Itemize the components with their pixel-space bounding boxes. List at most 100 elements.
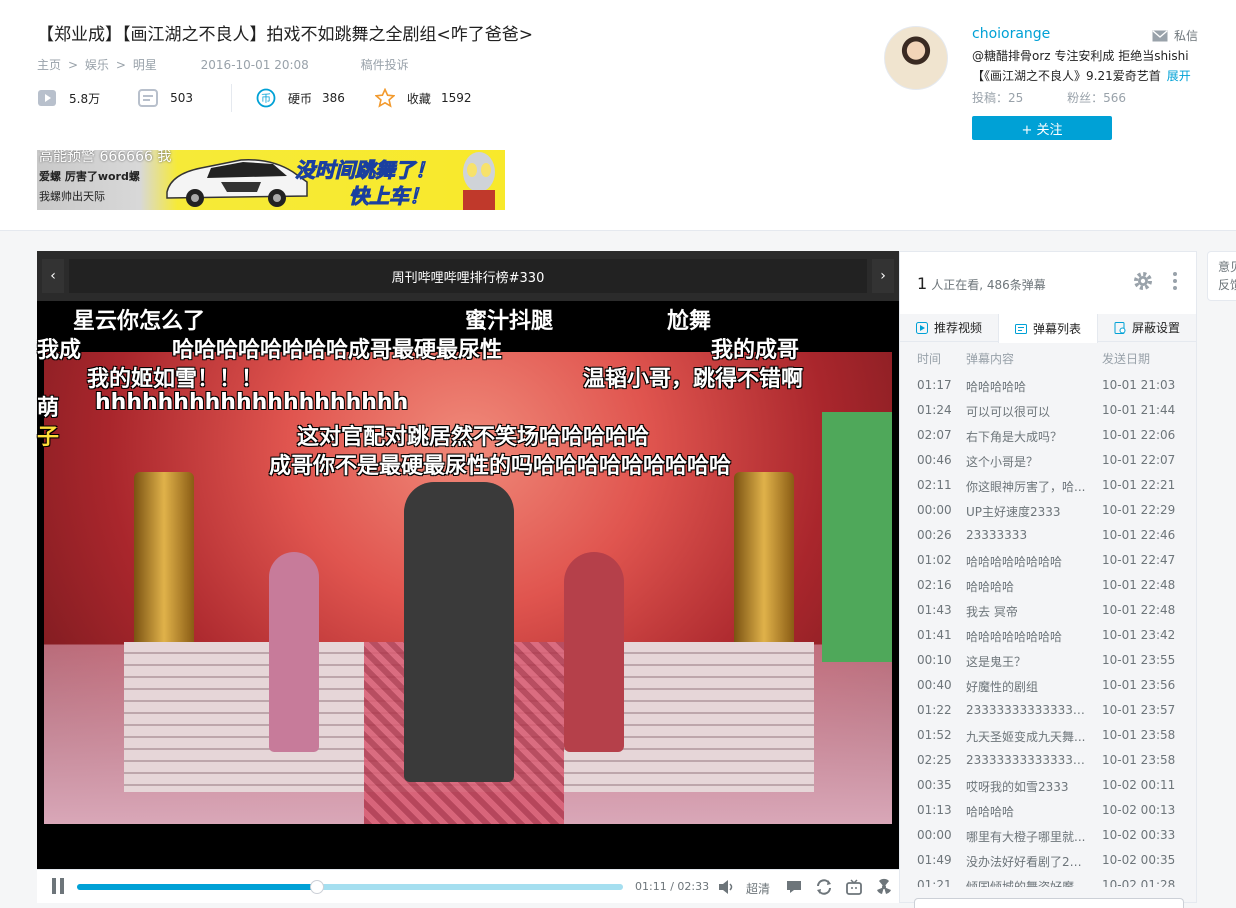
pause-button[interactable] <box>49 878 67 896</box>
danmaku-item: 哈哈哈哈哈哈哈哈成哥最硬最尿性 <box>172 338 503 363</box>
tab-block-settings[interactable]: 屏蔽设置 <box>1098 314 1196 341</box>
danmaku-row[interactable]: 01:22 2333333333333333... 10-01 23:57 <box>900 698 1196 723</box>
progress-bar[interactable] <box>77 880 623 894</box>
video-player[interactable]: ‹ 周刊哔哩哔哩排行榜#330 › 星云你怎么了 蜜汁抖腿 尬舞 我成 哈哈哈哈… <box>37 251 899 903</box>
prev-video-button[interactable]: ‹ <box>42 259 64 293</box>
tab-recommended[interactable]: 推荐视频 <box>900 314 998 341</box>
danmaku-date: 10-01 22:06 <box>1102 428 1176 442</box>
danmaku-item: hhhhhhhhhhhhhhhhhhhh <box>95 390 409 415</box>
breadcrumb-entertainment[interactable]: 娱乐 <box>85 58 109 72</box>
danmaku-row[interactable]: 00:00 哪里有大橙子哪里就... 10-02 00:33 <box>900 823 1196 848</box>
danmaku-row[interactable]: 01:52 九天圣姬变成九天舞... 10-01 23:58 <box>900 723 1196 748</box>
gear-icon[interactable] <box>1132 270 1154 292</box>
danmaku-row[interactable]: 01:49 没办法好好看剧了23... 10-02 00:35 <box>900 848 1196 873</box>
next-video-button[interactable]: › <box>872 259 894 293</box>
uploader-desc-1: @糖醋排骨orz 专注安利成 拒绝当shishi <box>972 49 1189 63</box>
danmaku-row[interactable]: 02:16 哈哈哈哈 10-01 22:48 <box>900 573 1196 598</box>
ad-banner[interactable]: 高能预警 666666 我 爱螺 厉害了word螺 我螺帅出天际 没时间跳舞了！… <box>37 150 505 210</box>
danmaku-text: 没办法好好看剧了23... <box>966 855 1086 869</box>
pause-icon <box>52 878 56 894</box>
uploader-desc-2: 【《画江湖之不良人》9.21爱奇艺首 展开 <box>972 69 1191 83</box>
follow-button[interactable]: + 关注 <box>972 116 1112 140</box>
danmaku-row[interactable]: 00:35 哎呀我的如雪2333 10-02 00:11 <box>900 773 1196 798</box>
danmaku-item: 我的成哥 <box>711 338 800 363</box>
coin-button[interactable]: 币 硬币 386 <box>256 88 345 108</box>
danmaku-date: 10-01 22:48 <box>1102 603 1176 617</box>
danmaku-text: 九天圣姬变成九天舞... <box>966 730 1086 744</box>
danmaku-text: 哈哈哈哈 <box>966 580 1015 594</box>
uploader-avatar[interactable] <box>884 26 948 90</box>
tv-icon[interactable] <box>845 878 863 896</box>
danmaku-text: 哈哈哈哈哈哈哈哈 <box>966 630 1063 644</box>
danmaku-text: 23333333 <box>966 528 1028 542</box>
danmaku-row[interactable]: 01:13 哈哈哈哈 10-02 00:13 <box>900 798 1196 823</box>
star-icon <box>374 88 395 108</box>
danmaku-list[interactable]: 01:17 哈哈哈哈哈 10-01 21:03 01:24 可以可以很可以 10-01 2… <box>900 373 1196 887</box>
col-date[interactable]: 发送日期 <box>1102 350 1150 367</box>
danmaku-toggle-icon[interactable] <box>785 878 803 896</box>
danmaku-date: 10-01 23:58 <box>1102 728 1176 742</box>
danmaku-date: 10-01 22:07 <box>1102 453 1176 467</box>
danmaku-date: 10-01 22:29 <box>1102 503 1176 517</box>
progress-handle[interactable] <box>310 880 325 894</box>
danmaku-date: 10-02 00:33 <box>1102 828 1176 842</box>
danmaku-row[interactable]: 00:46 这个小哥是？ 10-01 22:07 <box>900 448 1196 473</box>
playlist-title[interactable]: 周刊哔哩哔哩排行榜#330 <box>69 259 867 293</box>
danmaku-text: 好魔性的剧组 <box>966 680 1039 694</box>
banner-slogan-2: 快上车！ <box>349 184 430 209</box>
dancer-left <box>269 552 319 752</box>
danmaku-row[interactable]: 00:10 这是鬼王？ 10-01 23:55 <box>900 648 1196 673</box>
danmaku-date: 10-02 00:35 <box>1102 853 1176 867</box>
danmaku-time: 00:35 <box>917 778 952 792</box>
danmaku-row[interactable]: 01:41 哈哈哈哈哈哈哈哈 10-01 23:42 <box>900 623 1196 648</box>
danmaku-list-header: 时间 弹幕内容 发送日期 <box>900 343 1196 371</box>
danmaku-row[interactable]: 00:26 23333333 10-01 22:46 <box>900 523 1196 548</box>
playlist-bar: ‹ 周刊哔哩哔哩排行榜#330 › <box>37 251 899 301</box>
danmaku-row[interactable]: 00:00 UP主好速度2333 10-01 22:29 <box>900 498 1196 523</box>
danmaku-row[interactable]: 00:40 好魔性的剧组 10-01 23:56 <box>900 673 1196 698</box>
favorite-button[interactable]: 收藏 1592 <box>374 88 471 108</box>
col-time[interactable]: 时间 <box>917 350 941 367</box>
time-display: 01:11 / 02:33 <box>635 880 710 893</box>
danmaku-row[interactable]: 01:21 倾国倾城的舞姿好魔 10-02 01:28 <box>900 873 1196 887</box>
tab-danmaku-list[interactable]: 弹幕列表 <box>998 314 1098 343</box>
quality-selector[interactable]: 超清 <box>746 880 770 897</box>
col-content[interactable]: 弹幕内容 <box>966 350 1014 367</box>
progress-played <box>77 884 318 890</box>
danmaku-row[interactable]: 01:17 哈哈哈哈哈 10-01 21:03 <box>900 373 1196 398</box>
breadcrumb-home[interactable]: 主页 <box>37 58 61 72</box>
expand-link[interactable]: 展开 <box>1167 69 1191 83</box>
danmaku-row[interactable]: 02:07 右下角是大成吗？ 10-01 22:06 <box>900 423 1196 448</box>
danmaku-date: 10-01 22:48 <box>1102 578 1176 592</box>
danmaku-date: 10-02 01:28 <box>1102 878 1176 887</box>
radiation-icon[interactable] <box>875 878 893 896</box>
dancer-right <box>564 552 624 752</box>
message-button[interactable]: 私信 <box>1152 27 1198 44</box>
uploader-name[interactable]: choiorange <box>972 26 1050 42</box>
danmaku-time: 01:22 <box>917 703 952 717</box>
video-stats: 5.8万 503 币 硬币 386 收藏 1592 <box>37 84 501 112</box>
danmaku-text: UP主好速度2333 <box>966 505 1061 519</box>
danmaku-row[interactable]: 02:25 2333333333333333... 10-01 23:58 <box>900 748 1196 773</box>
danmaku-date: 10-01 23:55 <box>1102 653 1176 667</box>
feedback-button[interactable]: 意见反馈 <box>1207 251 1236 301</box>
danmaku-item: 子 <box>37 425 60 450</box>
danmaku-row[interactable]: 02:11 你这眼神厉害了，哈... 10-01 22:21 <box>900 473 1196 498</box>
more-icon[interactable] <box>1172 270 1178 292</box>
danmaku-time: 01:41 <box>917 628 952 642</box>
fan-count: 粉丝：566 <box>1067 91 1127 105</box>
ultraman-image <box>463 152 495 210</box>
danmaku-date: 10-01 22:21 <box>1102 478 1176 492</box>
loop-icon[interactable] <box>815 878 833 896</box>
volume-icon[interactable] <box>717 878 735 896</box>
danmaku-date: 10-01 21:03 <box>1102 378 1176 392</box>
mail-icon <box>1152 29 1168 41</box>
breadcrumb-celebrity[interactable]: 明星 <box>133 58 157 72</box>
danmaku-time: 00:00 <box>917 828 952 842</box>
report-link[interactable]: 稿件投诉 <box>361 58 409 72</box>
danmaku-row[interactable]: 01:02 哈哈哈哈哈哈哈哈 10-01 22:47 <box>900 548 1196 573</box>
danmaku-row[interactable]: 01:43 我去 冥帝 10-01 22:48 <box>900 598 1196 623</box>
danmaku-date: 10-01 21:44 <box>1102 403 1176 417</box>
danmaku-count: 503 <box>138 88 193 108</box>
danmaku-row[interactable]: 01:24 可以可以很可以 10-01 21:44 <box>900 398 1196 423</box>
